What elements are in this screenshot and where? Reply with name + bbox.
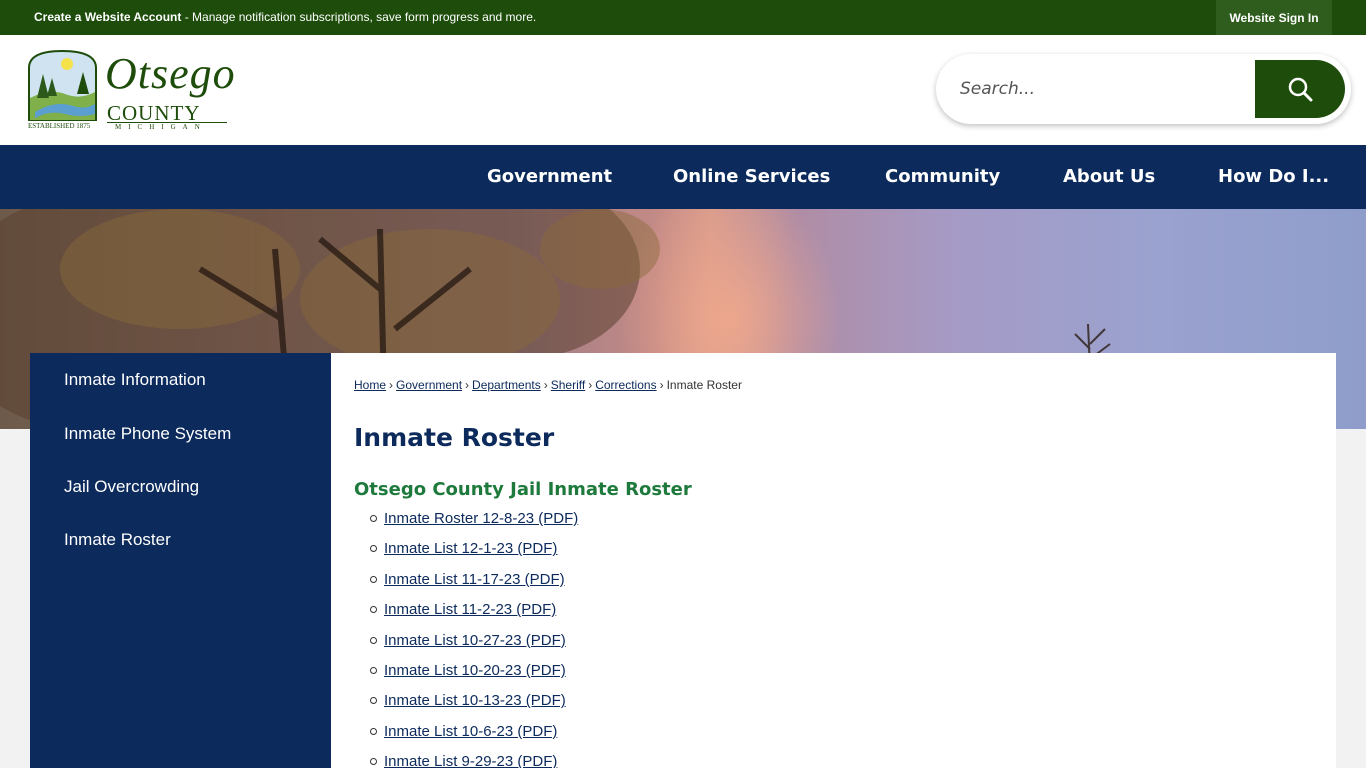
breadcrumb-government[interactable]: Government: [396, 378, 462, 392]
breadcrumb-separator: ›: [588, 378, 593, 392]
section-subtitle: Otsego County Jail Inmate Roster: [354, 479, 692, 500]
roster-document-list: Inmate Roster 12-8-23 (PDF) Inmate List …: [369, 510, 578, 768]
document-link[interactable]: Inmate Roster 12-8-23 (PDF): [384, 510, 578, 527]
search-button[interactable]: [1255, 60, 1345, 118]
breadcrumb-departments[interactable]: Departments: [472, 378, 541, 392]
top-announcement-bar: Create a Website Account - Manage notifi…: [0, 0, 1366, 35]
sidebar-item-inmate-roster[interactable]: Inmate Roster: [64, 530, 171, 550]
sidebar-item-inmate-phone-system[interactable]: Inmate Phone System: [64, 424, 231, 444]
logo-established-text: ESTABLISHED 1875: [28, 122, 91, 130]
breadcrumb-current: Inmate Roster: [666, 378, 742, 392]
account-promo-text: - Manage notification subscriptions, sav…: [181, 10, 537, 24]
document-link[interactable]: Inmate List 11-17-23 (PDF): [384, 571, 565, 588]
document-link[interactable]: Inmate List 10-20-23 (PDF): [384, 662, 566, 679]
account-promo-message[interactable]: Create a Website Account - Manage notifi…: [34, 10, 536, 24]
breadcrumb-separator: ›: [465, 378, 470, 392]
search-box: [936, 54, 1351, 124]
logo-wordmark: Otsego: [105, 49, 236, 98]
page-title: Inmate Roster: [354, 423, 555, 452]
list-item: Inmate List 10-27-23 (PDF): [369, 632, 578, 662]
nav-online-services[interactable]: Online Services: [673, 145, 830, 209]
breadcrumb-separator: ›: [389, 378, 394, 392]
county-logo[interactable]: Otsego COUNTY MICHIGAN ESTABLISHED 1875: [25, 48, 235, 134]
main-navigation: Government Online Services Community Abo…: [0, 145, 1366, 209]
document-link[interactable]: Inmate List 10-6-23 (PDF): [384, 723, 557, 740]
breadcrumb-corrections[interactable]: Corrections: [595, 378, 656, 392]
document-link[interactable]: Inmate List 12-1-23 (PDF): [384, 540, 557, 557]
breadcrumb-home[interactable]: Home: [354, 378, 386, 392]
site-header: Otsego COUNTY MICHIGAN ESTABLISHED 1875: [0, 35, 1366, 145]
section-sidebar: Inmate Information Inmate Phone System J…: [30, 353, 331, 768]
breadcrumb: Home › Government › Departments › Sheriff › Corr…: [354, 378, 742, 392]
sidebar-item-jail-overcrowding[interactable]: Jail Overcrowding: [64, 477, 199, 497]
website-sign-in-button[interactable]: Website Sign In: [1216, 0, 1332, 35]
main-content: Home › Government › Departments › Sheriff › Corr…: [331, 353, 1336, 768]
search-icon: [1288, 77, 1313, 102]
document-link[interactable]: Inmate List 10-27-23 (PDF): [384, 632, 566, 649]
nav-about-us[interactable]: About Us: [1063, 145, 1155, 209]
breadcrumb-separator: ›: [543, 378, 548, 392]
search-input[interactable]: [960, 74, 1240, 104]
breadcrumb-separator: ›: [659, 378, 664, 392]
document-link[interactable]: Inmate List 10-13-23 (PDF): [384, 692, 566, 709]
list-item: Inmate List 10-6-23 (PDF): [369, 723, 578, 753]
sidebar-item-inmate-information[interactable]: Inmate Information: [64, 370, 206, 390]
list-item: Inmate List 11-2-23 (PDF): [369, 601, 578, 631]
list-item: Inmate List 12-1-23 (PDF): [369, 540, 578, 570]
document-link[interactable]: Inmate List 11-2-23 (PDF): [384, 601, 556, 618]
list-item: Inmate Roster 12-8-23 (PDF): [369, 510, 578, 540]
nav-how-do-i[interactable]: How Do I...: [1218, 145, 1329, 209]
list-item: Inmate List 10-13-23 (PDF): [369, 692, 578, 722]
list-item: Inmate List 10-20-23 (PDF): [369, 662, 578, 692]
breadcrumb-sheriff[interactable]: Sheriff: [551, 378, 585, 392]
landscape-emblem-icon: [28, 49, 97, 121]
nav-community[interactable]: Community: [885, 145, 1000, 209]
document-link[interactable]: Inmate List 9-29-23 (PDF): [384, 753, 557, 768]
logo-state-text: MICHIGAN: [115, 123, 207, 131]
list-item: Inmate List 11-17-23 (PDF): [369, 571, 578, 601]
create-account-link[interactable]: Create a Website Account: [34, 10, 181, 24]
nav-government[interactable]: Government: [487, 145, 612, 209]
list-item: Inmate List 9-29-23 (PDF): [369, 753, 578, 768]
